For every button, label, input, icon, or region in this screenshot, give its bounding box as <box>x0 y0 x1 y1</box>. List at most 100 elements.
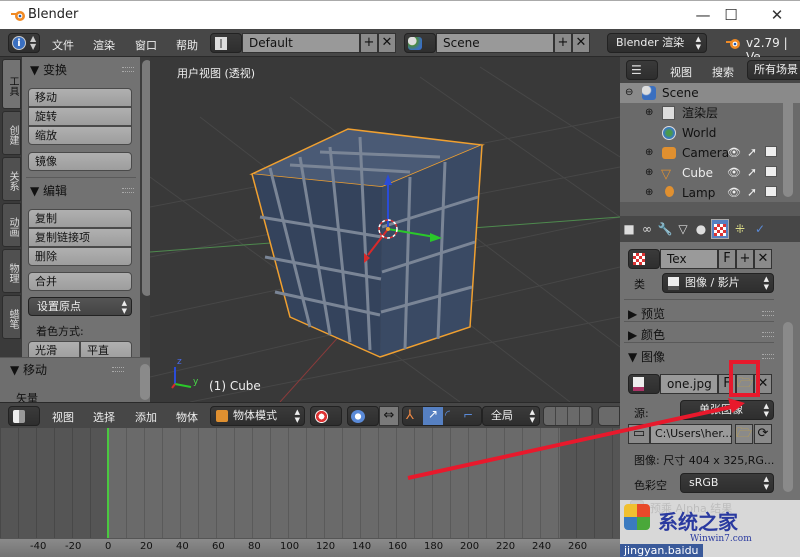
reload-image-icon[interactable]: ⟳ <box>754 424 772 444</box>
fake-user-button[interactable]: F <box>718 249 736 269</box>
join-button[interactable]: 合并 <box>28 272 132 291</box>
new-texture-icon[interactable]: + <box>736 249 754 269</box>
maximize-button[interactable]: ☐ <box>716 5 746 25</box>
visibility-eye-icon[interactable]: 👁 <box>727 166 741 179</box>
collapse-icon[interactable]: ⊖ <box>625 83 633 103</box>
viewport-editor-type[interactable] <box>8 406 40 426</box>
image-name-field[interactable]: one.jpg <box>660 374 718 394</box>
particles-tab-icon[interactable]: ⁜ <box>731 219 749 239</box>
outliner-filter-dropdown[interactable]: 所有场景 <box>747 60 800 80</box>
screen-layout-button[interactable] <box>210 33 242 53</box>
outliner-item-render-layers[interactable]: ⊕ 渲染层 <box>620 103 800 123</box>
modifiers-tab-icon[interactable]: 🔧 <box>656 219 674 239</box>
scale-manipulator-icon[interactable]: ⌐ <box>463 408 473 422</box>
select-cursor-icon[interactable]: ➚ <box>747 145 757 159</box>
browse-path-folder-icon[interactable]: 🗁 <box>735 424 753 444</box>
translate-manipulator-icon[interactable]: ↗ <box>423 407 443 425</box>
outliner-menu-view[interactable]: 视图 <box>670 64 692 80</box>
source-dropdown[interactable]: 单张图像 ▲ ▼ <box>680 400 774 420</box>
operator-header[interactable]: ▼ 移动 <box>10 361 47 378</box>
vp-menu-view[interactable]: 视图 <box>52 409 74 425</box>
tab-tools[interactable]: 工具 <box>2 59 21 109</box>
properties-scrollbar[interactable] <box>783 322 793 492</box>
tab-grease-pencil[interactable]: 蜡笔 <box>2 295 21 339</box>
expand-icon[interactable]: ⊕ <box>645 143 653 163</box>
timeline-ruler[interactable]: -40 -20 0 20 40 60 80 100 120 140 160 18… <box>0 538 620 557</box>
pack-image-icon[interactable]: ▭ <box>628 424 650 444</box>
delete-button[interactable]: 删除 <box>28 247 132 266</box>
current-frame-marker[interactable] <box>107 428 109 556</box>
scene-selector-button[interactable] <box>404 33 436 53</box>
outliner-item-world[interactable]: World <box>620 123 800 143</box>
drag-grip-icon[interactable] <box>122 67 134 72</box>
rotate-manipulator-icon[interactable]: ◜ <box>445 408 450 423</box>
duplicate-button[interactable]: 复制 <box>28 209 132 228</box>
outliner-hscrollbar[interactable] <box>620 202 800 216</box>
outliner-item-scene[interactable]: ⊖ Scene <box>620 83 800 103</box>
manipulator-toggle-icon[interactable]: ⇔ <box>379 406 399 426</box>
drag-grip-icon[interactable] <box>112 367 124 372</box>
render-engine-dropdown[interactable]: Blender 渲染 ▲ ▼ <box>607 33 707 53</box>
select-cursor-icon[interactable]: ➚ <box>747 185 757 199</box>
image-browse-button[interactable] <box>628 374 660 394</box>
colorspace-dropdown[interactable]: sRGB ▲ ▼ <box>680 473 774 493</box>
viewport-shading-dropdown[interactable] <box>310 406 342 426</box>
physics-tab-icon[interactable]: ✓ <box>751 219 769 239</box>
mode-dropdown[interactable]: 物体模式 ▲ ▼ <box>210 406 305 426</box>
object-tab-icon[interactable]: ■ <box>620 219 638 239</box>
menu-render[interactable]: 渲染 <box>93 37 115 53</box>
drag-grip-icon[interactable] <box>762 311 774 316</box>
pivot-dropdown[interactable] <box>347 406 379 426</box>
data-tab-icon[interactable]: ▽ <box>674 219 692 239</box>
tab-animation[interactable]: 动画 <box>2 203 21 247</box>
layer-buttons[interactable] <box>543 406 593 426</box>
vp-menu-select[interactable]: 选择 <box>93 409 115 425</box>
texture-tab-icon[interactable] <box>711 219 729 239</box>
outliner-scrollbar[interactable] <box>783 89 793 197</box>
material-tab-icon[interactable]: ● <box>692 219 710 239</box>
render-camera-icon[interactable] <box>765 166 777 177</box>
3d-viewport[interactable]: 用户视图 (透视) z y (1) Cube <box>150 57 620 402</box>
scale-button[interactable]: 缩放 <box>28 126 132 145</box>
preview-panel-header[interactable]: ▶ 预览 <box>628 305 665 322</box>
render-camera-icon[interactable] <box>765 146 777 157</box>
image-fake-user-button[interactable]: F <box>718 374 736 394</box>
transform-header[interactable]: ▼ 变换 <box>30 61 67 78</box>
duplicate-linked-button[interactable]: 复制链接项 <box>28 228 132 247</box>
drag-grip-icon[interactable] <box>762 354 774 359</box>
unlink-image-icon[interactable]: ✕ <box>754 374 772 394</box>
mirror-button[interactable]: 镜像 <box>28 152 132 171</box>
tab-create[interactable]: 创建 <box>2 111 21 155</box>
menu-help[interactable]: 帮助 <box>176 37 198 53</box>
operator-scrollbar[interactable] <box>140 364 150 400</box>
cube-object[interactable] <box>249 128 485 358</box>
minimize-button[interactable]: — <box>688 5 718 25</box>
open-image-folder-icon[interactable]: 🗁 <box>736 374 754 394</box>
editor-type-button[interactable]: i ▲ ▼ <box>8 33 40 53</box>
texture-browse-button[interactable] <box>628 249 660 269</box>
texture-type-dropdown[interactable]: 图像 / 影片 ▲ ▼ <box>662 273 774 293</box>
image-path-field[interactable]: C:\Users\her... <box>650 424 732 444</box>
expand-icon[interactable]: ⊕ <box>645 163 653 183</box>
drag-grip-icon[interactable] <box>762 332 774 337</box>
menu-file[interactable]: 文件 <box>52 37 74 53</box>
orientation-dropdown[interactable]: 全局 ▲ ▼ <box>482 406 540 426</box>
rotate-button[interactable]: 旋转 <box>28 107 132 126</box>
add-layout-icon[interactable]: + <box>360 33 378 53</box>
outliner-menu-search[interactable]: 搜索 <box>712 64 734 80</box>
render-camera-icon[interactable] <box>765 186 777 197</box>
vp-menu-add[interactable]: 添加 <box>135 409 157 425</box>
delete-scene-icon[interactable]: ✕ <box>572 33 590 53</box>
expand-icon[interactable]: ⊕ <box>645 103 653 123</box>
menu-window[interactable]: 窗口 <box>135 37 157 53</box>
delete-layout-icon[interactable]: ✕ <box>378 33 396 53</box>
expand-icon[interactable]: ⊕ <box>645 183 653 203</box>
close-window-button[interactable]: ✕ <box>762 5 792 25</box>
timeline[interactable] <box>0 428 620 556</box>
unlink-texture-icon[interactable]: ✕ <box>754 249 772 269</box>
add-scene-icon[interactable]: + <box>554 33 572 53</box>
layer-buttons-2[interactable] <box>598 406 620 426</box>
colors-panel-header[interactable]: ▶ 颜色 <box>628 326 665 343</box>
manipulator-axes-icon[interactable]: ⅄ <box>406 408 414 423</box>
edit-header[interactable]: ▼ 编辑 <box>30 182 67 199</box>
